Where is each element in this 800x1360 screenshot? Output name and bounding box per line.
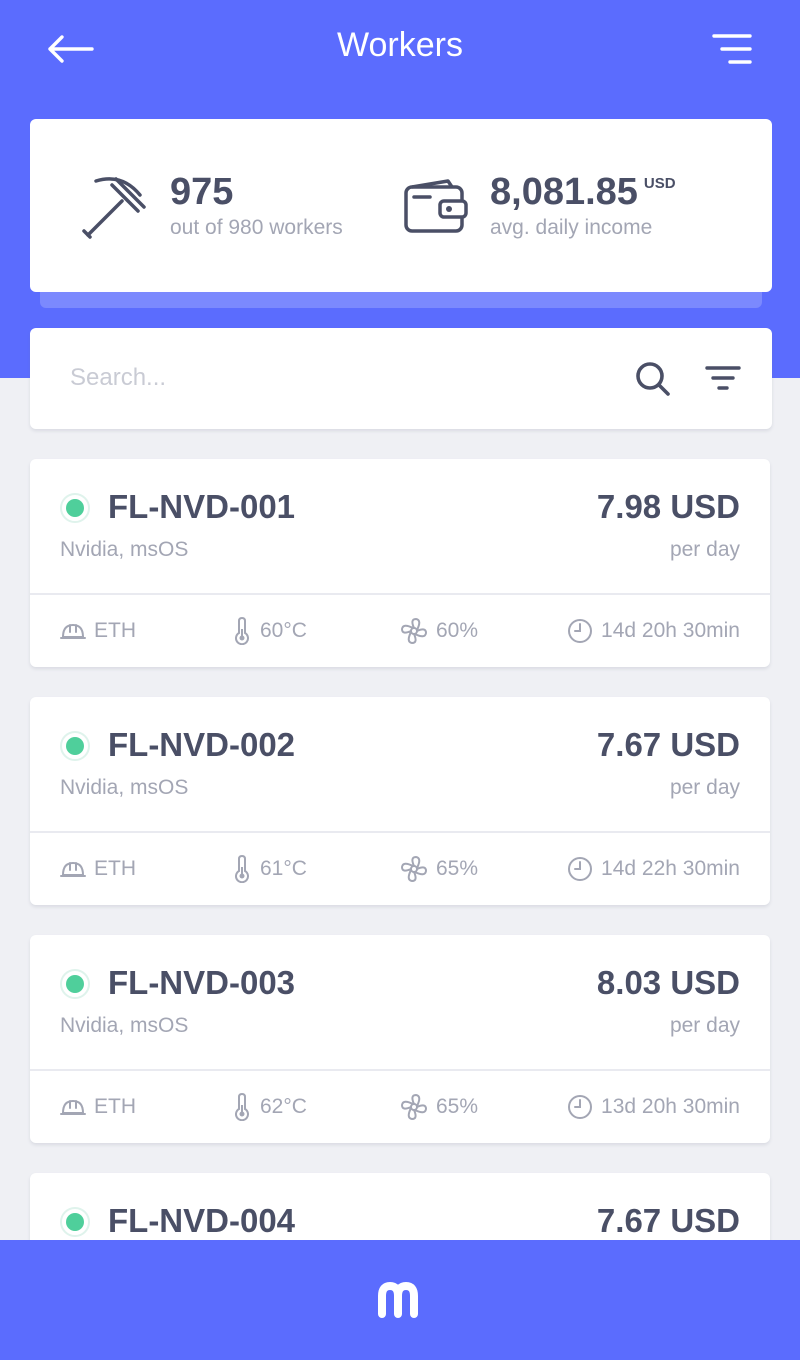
fan-value: 65%	[436, 1095, 479, 1118]
fan-value: 60%	[436, 619, 479, 642]
online-status-dot	[60, 1207, 90, 1237]
search-bar	[30, 328, 772, 429]
clock-icon	[568, 857, 593, 881]
online-status-dot	[60, 493, 90, 523]
coin-metric: ETH	[60, 616, 136, 646]
active-workers-count: 975	[170, 171, 234, 213]
coin-label: ETH	[94, 857, 136, 880]
card-divider	[30, 1069, 770, 1071]
worker-hardware: Nvidia, msOS	[60, 538, 189, 561]
clock-icon	[568, 1095, 593, 1119]
income-period: per day	[669, 776, 740, 799]
page-title: Workers	[337, 26, 463, 64]
temperature-metric: 62°C	[232, 1092, 307, 1122]
temperature-metric: 60°C	[232, 616, 307, 646]
uptime-metric: 14d 20h 30min	[567, 616, 740, 646]
wallet-icon	[404, 179, 468, 233]
pickaxe-icon	[82, 177, 146, 239]
online-status-dot	[60, 731, 90, 761]
bottom-navigation-bar	[0, 1240, 800, 1360]
worker-income: 8.03 USD	[596, 964, 740, 1001]
income-period: per day	[669, 538, 740, 561]
worker-card[interactable]: FL-NVD-003 Nvidia, msOS 8.03 USD per day…	[30, 935, 770, 1143]
worker-card[interactable]: FL-NVD-002 Nvidia, msOS 7.67 USD per day…	[30, 697, 770, 905]
worker-income: 7.67 USD	[596, 726, 740, 763]
helmet-icon	[60, 624, 86, 639]
fan-icon	[401, 1094, 427, 1120]
temperature-value: 60°C	[260, 619, 307, 642]
thermometer-icon	[235, 1093, 249, 1121]
worker-income: 7.98 USD	[596, 488, 740, 525]
card-divider	[30, 593, 770, 595]
daily-income-value: 8,081.85 USD	[490, 171, 676, 214]
worker-hardware: Nvidia, msOS	[60, 1014, 189, 1037]
workers-caption: out of 980 workers	[170, 216, 343, 239]
coin-metric: ETH	[60, 854, 136, 884]
clock-icon	[568, 619, 593, 643]
coin-label: ETH	[94, 619, 136, 642]
worker-card[interactable]: FL-NVD-001 Nvidia, msOS 7.98 USD per day…	[30, 459, 770, 667]
fan-metric: 60%	[400, 616, 478, 646]
menu-icon	[712, 34, 752, 64]
income-period: per day	[669, 1014, 740, 1037]
filter-button[interactable]	[702, 358, 744, 400]
temperature-metric: 61°C	[232, 854, 307, 884]
fan-metric: 65%	[400, 1092, 478, 1122]
fan-icon	[401, 856, 427, 882]
workers-stat: 975 out of 980 workers	[30, 119, 390, 292]
online-status-dot	[60, 969, 90, 999]
temperature-value: 61°C	[260, 857, 307, 880]
worker-name: FL-NVD-002	[108, 726, 296, 763]
worker-name: FL-NVD-001	[108, 488, 296, 525]
income-caption: avg. daily income	[490, 216, 653, 239]
stats-card: 975 out of 980 workers 8,081.85 USD avg. …	[30, 119, 772, 292]
uptime-metric: 14d 22h 30min	[567, 854, 740, 884]
fan-metric: 65%	[400, 854, 478, 884]
menu-button[interactable]	[706, 28, 758, 70]
m-logo-icon[interactable]	[376, 1282, 428, 1318]
worker-name: FL-NVD-004	[108, 1202, 296, 1239]
thermometer-icon	[235, 855, 249, 883]
search-button[interactable]	[632, 358, 674, 400]
income-amount: 8,081.85	[490, 171, 638, 213]
card-divider	[30, 831, 770, 833]
uptime-value: 14d 22h 30min	[601, 857, 740, 880]
worker-name: FL-NVD-003	[108, 964, 296, 1001]
temperature-value: 62°C	[260, 1095, 307, 1118]
uptime-metric: 13d 20h 30min	[567, 1092, 740, 1122]
app-header: Workers	[0, 0, 800, 100]
filter-icon	[705, 366, 741, 390]
fan-icon	[401, 618, 427, 644]
fan-value: 65%	[436, 857, 479, 880]
helmet-icon	[60, 862, 86, 877]
coin-metric: ETH	[60, 1092, 136, 1122]
worker-income: 7.67 USD	[596, 1202, 740, 1239]
search-icon	[636, 362, 670, 396]
helmet-icon	[60, 1100, 86, 1115]
thermometer-icon	[235, 617, 249, 645]
worker-hardware: Nvidia, msOS	[60, 776, 189, 799]
uptime-value: 14d 20h 30min	[601, 619, 740, 642]
uptime-value: 13d 20h 30min	[601, 1095, 740, 1118]
search-input[interactable]	[70, 358, 590, 398]
income-stat: 8,081.85 USD avg. daily income	[390, 119, 772, 292]
income-unit: USD	[643, 175, 676, 192]
coin-label: ETH	[94, 1095, 136, 1118]
